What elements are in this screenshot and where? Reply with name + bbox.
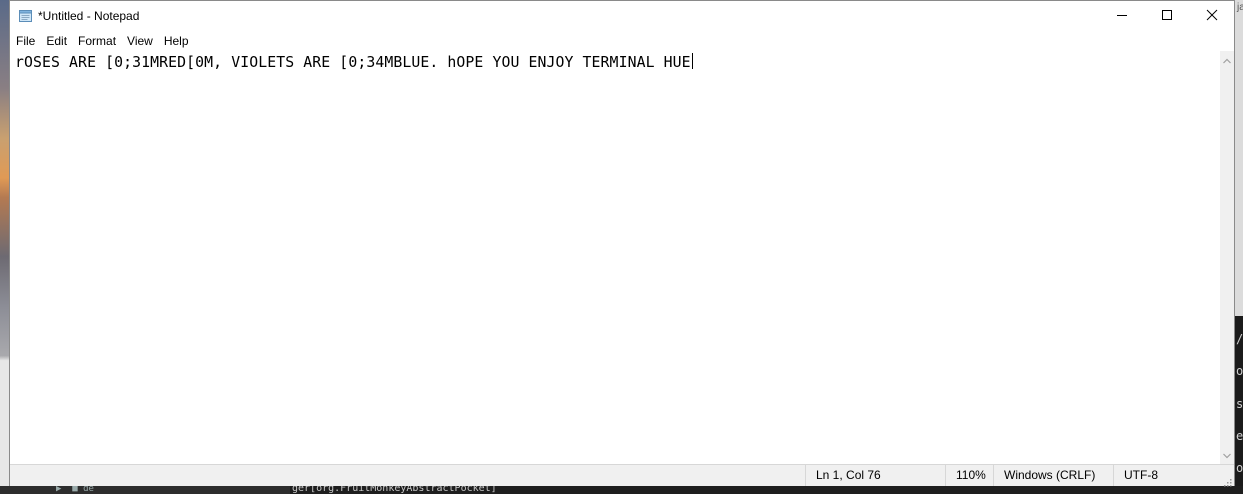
background-terminal-char: s	[1236, 397, 1243, 411]
minimize-icon	[1116, 8, 1128, 26]
status-zoom: 110%	[945, 465, 993, 486]
menu-edit[interactable]: Edit	[40, 32, 72, 51]
vertical-scrollbar[interactable]	[1220, 51, 1234, 464]
scroll-up-button[interactable]	[1220, 53, 1234, 67]
background-tree-panel	[0, 486, 290, 494]
menu-view[interactable]: View	[121, 32, 158, 51]
status-encoding: UTF-8	[1113, 465, 1234, 486]
background-terminal-char: o	[1236, 364, 1243, 378]
maximize-button[interactable]	[1144, 1, 1190, 32]
chevron-up-icon	[1223, 51, 1231, 69]
menu-bar: File Edit Format View Help	[10, 32, 1234, 51]
chevron-down-icon	[1223, 446, 1231, 464]
menu-file[interactable]: File	[10, 32, 40, 51]
menu-format[interactable]: Format	[72, 32, 121, 51]
background-terminal-char: e	[1236, 429, 1243, 443]
background-window-right-text: ja	[1237, 2, 1243, 13]
title-bar[interactable]: *Untitled - Notepad	[10, 1, 1234, 32]
status-bar: Ln 1, Col 76 110% Windows (CRLF) UTF-8	[10, 464, 1234, 487]
notepad-window: *Untitled - Notepad File Edit Format Vie…	[9, 0, 1235, 487]
window-title: *Untitled - Notepad	[38, 9, 140, 23]
minimize-button[interactable]	[1099, 1, 1145, 32]
resize-grip-icon[interactable]	[1222, 474, 1232, 487]
text-caret	[691, 53, 693, 69]
background-terminal-char: o	[1236, 461, 1243, 475]
close-icon	[1206, 8, 1218, 26]
background-terminal-char: /	[1236, 332, 1243, 346]
editor-content[interactable]: rOSES ARE [0;31MRED[0M, VIOLETS ARE [0;3…	[15, 53, 693, 72]
notepad-icon[interactable]	[18, 9, 34, 23]
scroll-down-button[interactable]	[1220, 448, 1234, 462]
status-line-ending: Windows (CRLF)	[993, 465, 1113, 486]
close-button[interactable]	[1189, 1, 1235, 32]
menu-help[interactable]: Help	[158, 32, 194, 51]
status-cursor-position: Ln 1, Col 76	[805, 465, 945, 486]
editor-text-line: rOSES ARE [0;31MRED[0M, VIOLETS ARE [0;3…	[15, 54, 691, 71]
text-editor-area[interactable]: rOSES ARE [0;31MRED[0M, VIOLETS ARE [0;3…	[10, 51, 1220, 464]
maximize-icon	[1161, 8, 1173, 26]
